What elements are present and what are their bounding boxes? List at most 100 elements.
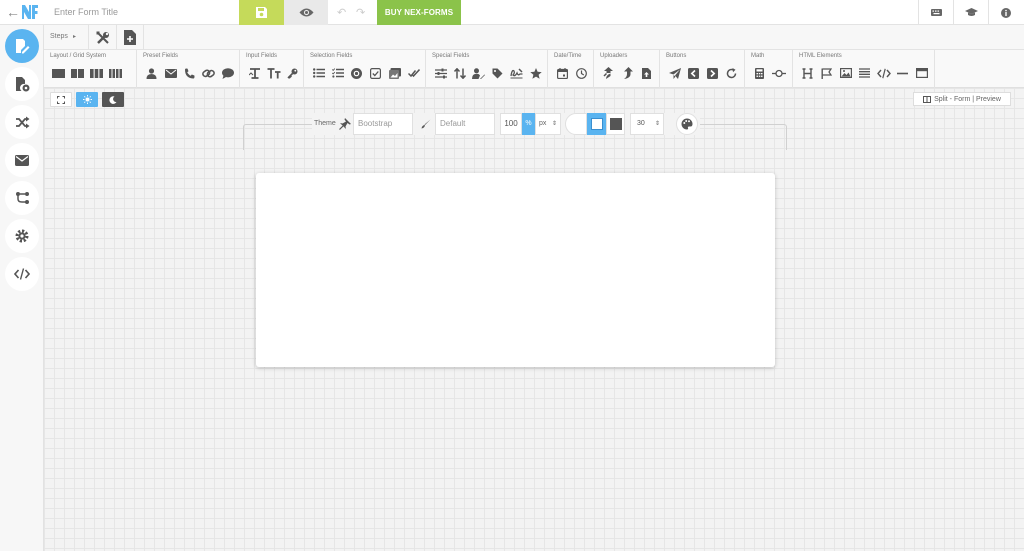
light-mode-button[interactable] bbox=[76, 92, 98, 107]
padding-input[interactable]: 30 ⇕ bbox=[630, 113, 664, 135]
sidebar-item-email[interactable] bbox=[5, 143, 39, 177]
heading-icon[interactable] bbox=[798, 65, 817, 81]
steps-bar: Steps ▸ bbox=[44, 25, 1024, 50]
sidebar-item-form-settings[interactable] bbox=[5, 67, 39, 101]
undo-icon[interactable]: ↶ bbox=[337, 6, 346, 19]
group-input-fields: Input Fields bbox=[240, 50, 304, 88]
divider-icon[interactable] bbox=[893, 65, 912, 81]
graduation-cap-icon bbox=[964, 8, 978, 16]
fullscreen-button[interactable] bbox=[50, 92, 72, 107]
upload-arrow-icon[interactable] bbox=[618, 65, 637, 81]
sidebar-item-integrations[interactable] bbox=[5, 181, 39, 215]
double-check-icon[interactable] bbox=[404, 65, 423, 81]
save-button[interactable] bbox=[239, 0, 284, 25]
padding-value: 30 bbox=[637, 120, 645, 127]
tools-button[interactable] bbox=[88, 25, 116, 50]
image-icon[interactable] bbox=[836, 65, 855, 81]
top-bar: ← ↶ ↷ BUY NEX-FORMS bbox=[0, 0, 1024, 25]
spinner-arrows-icon[interactable] bbox=[450, 65, 469, 81]
background-dark-button[interactable] bbox=[606, 113, 625, 135]
radio-button-icon[interactable] bbox=[347, 65, 366, 81]
file-settings-icon bbox=[15, 77, 29, 92]
unit-px-select[interactable]: px ⇕ bbox=[535, 113, 561, 135]
sidebar-item-settings[interactable] bbox=[5, 219, 39, 253]
unit-px-label: px bbox=[539, 120, 547, 127]
multi-upload-icon[interactable] bbox=[599, 65, 618, 81]
add-step-button[interactable] bbox=[116, 25, 144, 50]
calculator-icon[interactable] bbox=[750, 65, 769, 81]
phone-icon[interactable] bbox=[180, 65, 199, 81]
add-page-icon bbox=[124, 30, 136, 45]
email-icon[interactable] bbox=[161, 65, 180, 81]
previous-step-icon[interactable] bbox=[684, 65, 703, 81]
slider-icon[interactable] bbox=[431, 65, 450, 81]
tools-icon bbox=[96, 31, 109, 44]
checklist-icon[interactable] bbox=[328, 65, 347, 81]
keyboard-shortcuts-button[interactable] bbox=[918, 0, 953, 25]
save-icon bbox=[256, 7, 267, 18]
comment-icon[interactable] bbox=[218, 65, 237, 81]
stepper-arrows-icon: ⇕ bbox=[654, 121, 660, 127]
clock-icon[interactable] bbox=[572, 65, 591, 81]
shuffle-icon bbox=[15, 116, 29, 128]
user-icon[interactable] bbox=[142, 65, 161, 81]
form-preview-area[interactable] bbox=[256, 173, 775, 367]
back-arrow-icon[interactable]: ← bbox=[6, 4, 20, 20]
signature-icon[interactable] bbox=[507, 65, 526, 81]
math-logic-icon[interactable] bbox=[769, 65, 788, 81]
sidebar-item-embed-code[interactable] bbox=[5, 257, 39, 291]
sidebar-item-form-editor[interactable] bbox=[5, 29, 39, 63]
password-key-icon[interactable] bbox=[283, 65, 302, 81]
caret-right-icon[interactable]: ▸ bbox=[73, 33, 76, 40]
unit-percent-button[interactable]: % bbox=[522, 113, 535, 135]
tutorials-button[interactable] bbox=[953, 0, 988, 25]
width-input[interactable]: 100 bbox=[500, 113, 522, 135]
html-code-icon[interactable] bbox=[874, 65, 893, 81]
color-palette-button[interactable] bbox=[676, 113, 698, 135]
theme-select[interactable]: Bootstrap bbox=[353, 113, 413, 135]
palette-icon bbox=[681, 118, 693, 130]
three-column-icon[interactable] bbox=[87, 65, 106, 81]
link-icon[interactable] bbox=[199, 65, 218, 81]
group-label: Selection Fields bbox=[310, 53, 353, 59]
steps-label[interactable]: Steps bbox=[50, 33, 68, 40]
four-column-icon[interactable] bbox=[106, 65, 125, 81]
dark-square-icon bbox=[609, 118, 622, 130]
buy-nex-forms-button[interactable]: BUY NEX-FORMS bbox=[377, 0, 461, 25]
preview-button[interactable] bbox=[284, 0, 328, 25]
background-white-button[interactable] bbox=[565, 113, 587, 135]
form-title-input[interactable] bbox=[48, 0, 238, 24]
text-input-icon[interactable] bbox=[245, 65, 264, 81]
group-uploaders: Uploaders bbox=[594, 50, 660, 88]
form-edit-icon bbox=[16, 39, 30, 54]
info-icon bbox=[1001, 7, 1011, 18]
one-column-icon[interactable] bbox=[49, 65, 68, 81]
integrations-icon bbox=[15, 192, 29, 204]
file-upload-icon[interactable] bbox=[637, 65, 656, 81]
next-step-icon[interactable] bbox=[703, 65, 722, 81]
two-column-icon[interactable] bbox=[68, 65, 87, 81]
split-view-button[interactable]: Split - Form | Preview bbox=[913, 92, 1011, 106]
flag-icon[interactable] bbox=[817, 65, 836, 81]
form-canvas: Split - Form | Preview Theme Bootstrap D… bbox=[44, 88, 1024, 551]
checkbox-icon[interactable] bbox=[366, 65, 385, 81]
textarea-icon[interactable] bbox=[264, 65, 283, 81]
panel-icon[interactable] bbox=[912, 65, 931, 81]
style-select[interactable]: Default bbox=[435, 113, 495, 135]
reset-icon[interactable] bbox=[722, 65, 741, 81]
image-select-icon[interactable] bbox=[385, 65, 404, 81]
bullet-list-icon[interactable] bbox=[309, 65, 328, 81]
info-button[interactable] bbox=[988, 0, 1023, 25]
group-label: Layout / Grid System bbox=[50, 53, 107, 59]
paragraph-icon[interactable] bbox=[855, 65, 874, 81]
user-edit-icon[interactable] bbox=[469, 65, 488, 81]
calendar-icon[interactable] bbox=[553, 65, 572, 81]
background-light-button[interactable] bbox=[587, 113, 606, 135]
star-rating-icon[interactable] bbox=[526, 65, 545, 81]
group-preset-fields: Preset Fields bbox=[137, 50, 240, 88]
sidebar-item-conditional-logic[interactable] bbox=[5, 105, 39, 139]
dark-mode-button[interactable] bbox=[102, 92, 124, 107]
redo-icon[interactable]: ↷ bbox=[356, 6, 365, 19]
tag-icon[interactable] bbox=[488, 65, 507, 81]
paper-plane-icon[interactable] bbox=[665, 65, 684, 81]
